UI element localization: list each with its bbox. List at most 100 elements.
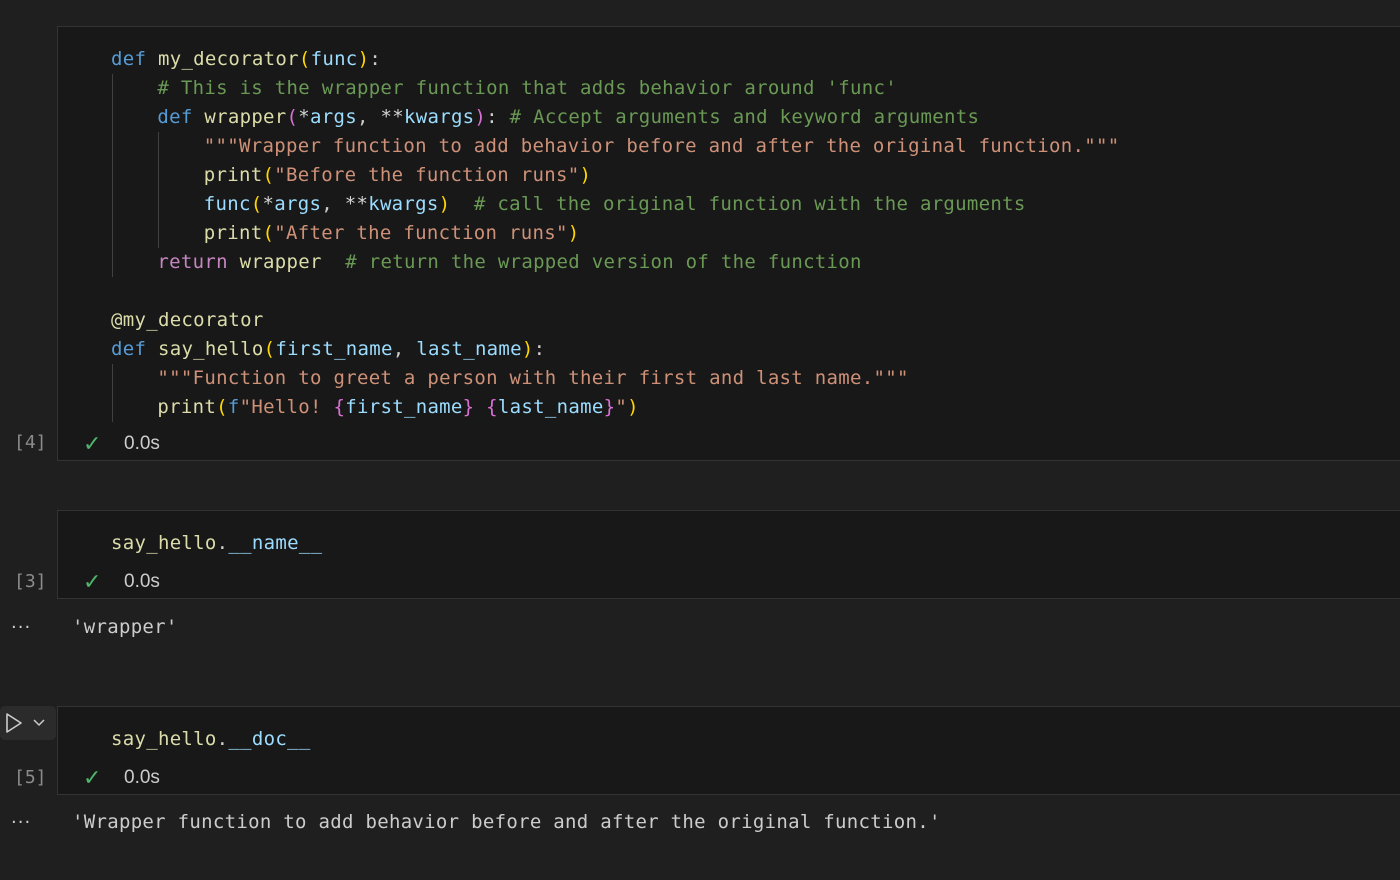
code-line: """Function to greet a person with their…: [157, 364, 908, 393]
code-token: ": [615, 396, 628, 418]
code-line: def say_hello(first_name, last_name):: [111, 335, 545, 364]
cell-duration: 0.0s: [124, 571, 160, 592]
play-icon[interactable]: [0, 713, 28, 733]
indent-guide: [112, 74, 113, 103]
code-token: print: [157, 396, 217, 418]
run-cell-toolbar: [0, 706, 56, 740]
code-token: (: [216, 396, 228, 418]
code-token: {: [486, 396, 498, 418]
code-line: def my_decorator(func):: [111, 45, 381, 74]
code-token: wrapper: [204, 106, 287, 128]
code-cell[interactable]: say_hello.__name__ ✓ 0.0s: [57, 510, 1400, 599]
code-token: ,: [357, 106, 381, 128]
indent-guide: [112, 393, 113, 422]
indent-guide: [112, 248, 113, 277]
code-token: ,: [392, 338, 417, 360]
indent-guide: [112, 219, 113, 248]
code-token: ): [357, 48, 370, 70]
code-token: "Before the function runs": [274, 164, 580, 186]
output-more-icon[interactable]: ···: [11, 812, 31, 833]
execution-count: [4]: [14, 432, 47, 453]
code-token: print: [203, 164, 263, 186]
cell-status: ✓ 0.0s: [83, 766, 160, 791]
code-token: return: [157, 251, 228, 273]
indent-guide: [112, 161, 113, 190]
cell-output: 'wrapper': [72, 616, 178, 638]
code-token: "Hello!: [239, 396, 334, 418]
code-token: *: [262, 193, 275, 215]
code-token: ): [438, 193, 451, 215]
code-cell[interactable]: def my_decorator(func): # This is the wra…: [57, 26, 1400, 461]
code-token: """Function to greet a person with their…: [157, 367, 909, 389]
cell-editor[interactable]: def my_decorator(func): # This is the wra…: [58, 45, 1400, 425]
code-line: say_hello.__doc__: [111, 725, 311, 754]
code-token: last_name: [416, 338, 522, 360]
code-token: .: [216, 728, 229, 750]
code-token: def: [111, 338, 147, 360]
cell-editor[interactable]: say_hello.__doc__: [58, 725, 1400, 755]
code-token: first_name: [275, 338, 393, 360]
code-line: def wrapper(*args, **kwargs): # Accept a…: [157, 103, 979, 132]
code-token: args: [310, 106, 358, 128]
code-line: say_hello.__name__: [111, 529, 322, 558]
cell-editor[interactable]: say_hello.__name__: [58, 529, 1400, 559]
code-token: (: [263, 338, 276, 360]
code-token: func: [203, 193, 251, 215]
indent-guide: [112, 364, 113, 393]
code-line: return wrapper # return the wrapped vers…: [157, 248, 861, 277]
code-token: ): [567, 222, 580, 244]
code-token: __name__: [228, 532, 323, 554]
indent-guide: [112, 103, 113, 132]
code-token: say_hello: [111, 532, 217, 554]
code-token: # call the original function with the ar…: [473, 193, 1026, 215]
code-token: first_name: [345, 396, 463, 418]
code-token: ,: [321, 193, 345, 215]
code-token: :: [533, 338, 546, 360]
code-token: # This is the wrapper function that adds…: [157, 77, 897, 99]
indent-guide: [158, 190, 160, 219]
code-token: # Accept arguments and keyword arguments: [509, 106, 980, 128]
code-token: ): [627, 396, 639, 418]
code-line: func(*args, **kwargs) # call the origina…: [204, 190, 1026, 219]
cell-status: ✓ 0.0s: [83, 432, 160, 457]
cell-duration: 0.0s: [124, 767, 160, 788]
indent-guide: [112, 132, 113, 161]
code-token: f: [227, 396, 240, 418]
code-token: (: [250, 193, 263, 215]
code-token: say_hello: [111, 728, 217, 750]
code-token: __doc__: [228, 728, 311, 750]
code-token: ): [521, 338, 534, 360]
code-token: print: [203, 222, 263, 244]
code-token: :: [369, 48, 382, 70]
code-token: **: [344, 193, 369, 215]
code-line: @my_decorator: [111, 306, 264, 335]
code-token: (: [262, 164, 275, 186]
code-line: # This is the wrapper function that adds…: [157, 74, 897, 103]
code-token: :: [486, 106, 510, 128]
code-token: def: [111, 48, 147, 70]
execution-count: [3]: [14, 571, 47, 592]
code-token: (: [286, 106, 299, 128]
chevron-down-icon[interactable]: [28, 719, 50, 727]
cell-status: ✓ 0.0s: [83, 570, 160, 595]
code-token: **: [380, 106, 404, 128]
cell-duration: 0.0s: [124, 433, 160, 454]
code-token: ): [474, 106, 487, 128]
code-token: (: [262, 222, 275, 244]
indent-guide: [158, 132, 160, 161]
execution-count: [5]: [14, 767, 47, 788]
indent-guide: [112, 190, 113, 219]
code-token: # return the wrapped version of the func…: [345, 251, 862, 273]
code-cell[interactable]: say_hello.__doc__ ✓ 0.0s: [57, 706, 1400, 795]
output-more-icon[interactable]: ···: [11, 617, 31, 638]
code-token: func: [310, 48, 358, 70]
code-line: print("Before the function runs"): [204, 161, 591, 190]
code-token: (: [298, 48, 311, 70]
code-line: print(f"Hello! {first_name} {last_name}"…: [157, 393, 638, 422]
